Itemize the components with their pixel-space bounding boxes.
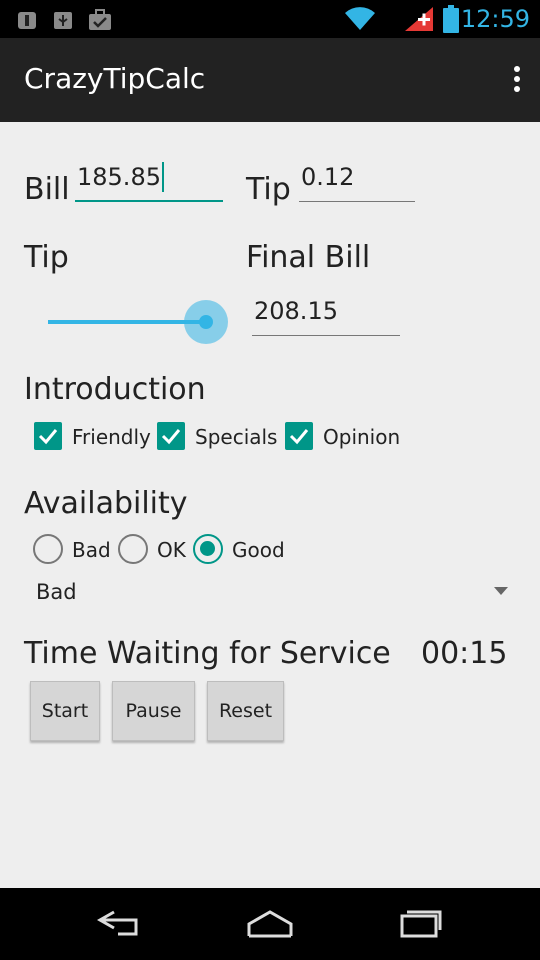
specials-checkbox[interactable] [157,422,185,450]
friendly-checkbox[interactable] [34,422,62,450]
back-icon[interactable] [96,906,144,944]
specials-label[interactable]: Specials [195,425,277,449]
ok-radio-label[interactable]: OK [157,538,186,562]
signal-alert-icon [404,6,434,36]
good-radio-label[interactable]: Good [232,538,285,562]
good-radio[interactable] [193,534,223,564]
tip-section-label: Tip [24,240,69,275]
final-bill-label: Final Bill [246,240,371,275]
opinion-label[interactable]: Opinion [323,425,400,449]
final-bill-input[interactable]: 208.15 [252,296,400,336]
home-icon[interactable] [246,906,294,944]
recent-apps-icon[interactable] [396,906,444,944]
timer-value: 00:15 [421,636,508,671]
bill-label: Bill [24,172,70,207]
reset-button[interactable]: Reset [207,681,284,741]
pause-button[interactable]: Pause [112,681,195,741]
navigation-bar [0,888,540,960]
spinner-dropdown-arrow-icon[interactable] [494,587,508,595]
availability-spinner[interactable]: Bad [36,580,77,604]
friendly-label[interactable]: Friendly [72,425,151,449]
tip-seekbar-track[interactable] [48,320,206,324]
wifi-icon [344,6,376,36]
time-waiting-label: Time Waiting for Service [24,636,391,671]
introduction-label: Introduction [24,372,206,407]
bill-input-value: 185.85 [77,163,161,191]
app-title: CrazyTipCalc [24,62,206,95]
briefcase-check-icon [88,9,112,35]
status-bar: 12:59 [0,0,540,38]
android-debug-icon [16,9,38,35]
tip-seekbar-thumb[interactable] [199,315,213,329]
tip-rate-input[interactable]: 0.12 [299,162,415,202]
overflow-menu-icon[interactable] [512,66,522,96]
bill-input[interactable]: 185.85 [75,162,223,202]
tip-rate-label: Tip [246,172,291,207]
action-bar: CrazyTipCalc [0,38,540,122]
bad-radio[interactable] [33,534,63,564]
start-button[interactable]: Start [30,681,100,741]
ok-radio[interactable] [118,534,148,564]
usb-icon [52,9,74,35]
availability-label: Availability [24,486,188,521]
text-cursor [161,162,164,192]
battery-icon [443,5,459,37]
clock: 12:59 [460,5,530,33]
bad-radio-label[interactable]: Bad [72,538,111,562]
opinion-checkbox[interactable] [285,422,313,450]
